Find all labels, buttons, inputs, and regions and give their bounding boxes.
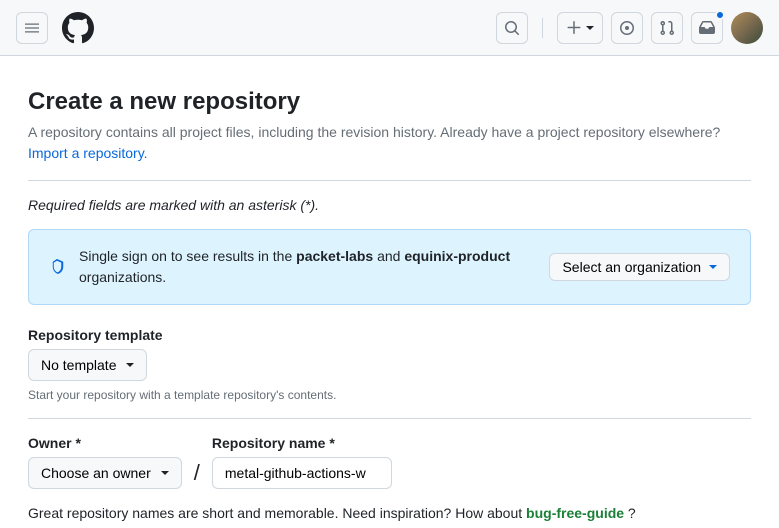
chevron-down-icon xyxy=(161,471,169,475)
notification-indicator xyxy=(715,10,725,20)
repo-name-input[interactable] xyxy=(212,457,392,489)
chevron-down-icon xyxy=(586,26,594,30)
pull-requests-button[interactable] xyxy=(651,12,683,44)
repo-name-label: Repository name * xyxy=(212,435,392,451)
template-label: Repository template xyxy=(28,327,751,343)
sso-banner: Single sign on to see results in the pac… xyxy=(28,229,751,305)
import-repository-link[interactable]: Import a repository. xyxy=(28,145,148,161)
shield-icon xyxy=(49,259,65,275)
template-select[interactable]: No template xyxy=(28,349,147,381)
main-content: Create a new repository A repository con… xyxy=(0,56,779,521)
user-avatar[interactable] xyxy=(731,12,763,44)
hamburger-menu-button[interactable] xyxy=(16,12,48,44)
owner-select[interactable]: Choose an owner xyxy=(28,457,182,489)
required-fields-note: Required fields are marked with an aster… xyxy=(28,197,751,213)
sso-message: Single sign on to see results in the pac… xyxy=(79,246,535,288)
chevron-down-icon xyxy=(709,265,717,269)
divider xyxy=(28,180,751,181)
repo-name-hint: Great repository names are short and mem… xyxy=(28,505,751,521)
owner-repo-separator: / xyxy=(194,460,200,489)
owner-label: Owner * xyxy=(28,435,182,451)
page-title: Create a new repository xyxy=(28,88,751,116)
template-hint: Start your repository with a template re… xyxy=(28,388,751,402)
separator xyxy=(542,18,543,38)
create-new-menu[interactable] xyxy=(557,12,603,44)
search-button[interactable] xyxy=(496,12,528,44)
global-header xyxy=(0,0,779,56)
page-subtitle: A repository contains all project files,… xyxy=(28,122,751,164)
issues-button[interactable] xyxy=(611,12,643,44)
select-organization-button[interactable]: Select an organization xyxy=(549,253,730,281)
github-logo[interactable] xyxy=(62,12,94,44)
divider xyxy=(28,418,751,419)
name-suggestion[interactable]: bug-free-guide xyxy=(526,505,624,521)
chevron-down-icon xyxy=(126,363,134,367)
